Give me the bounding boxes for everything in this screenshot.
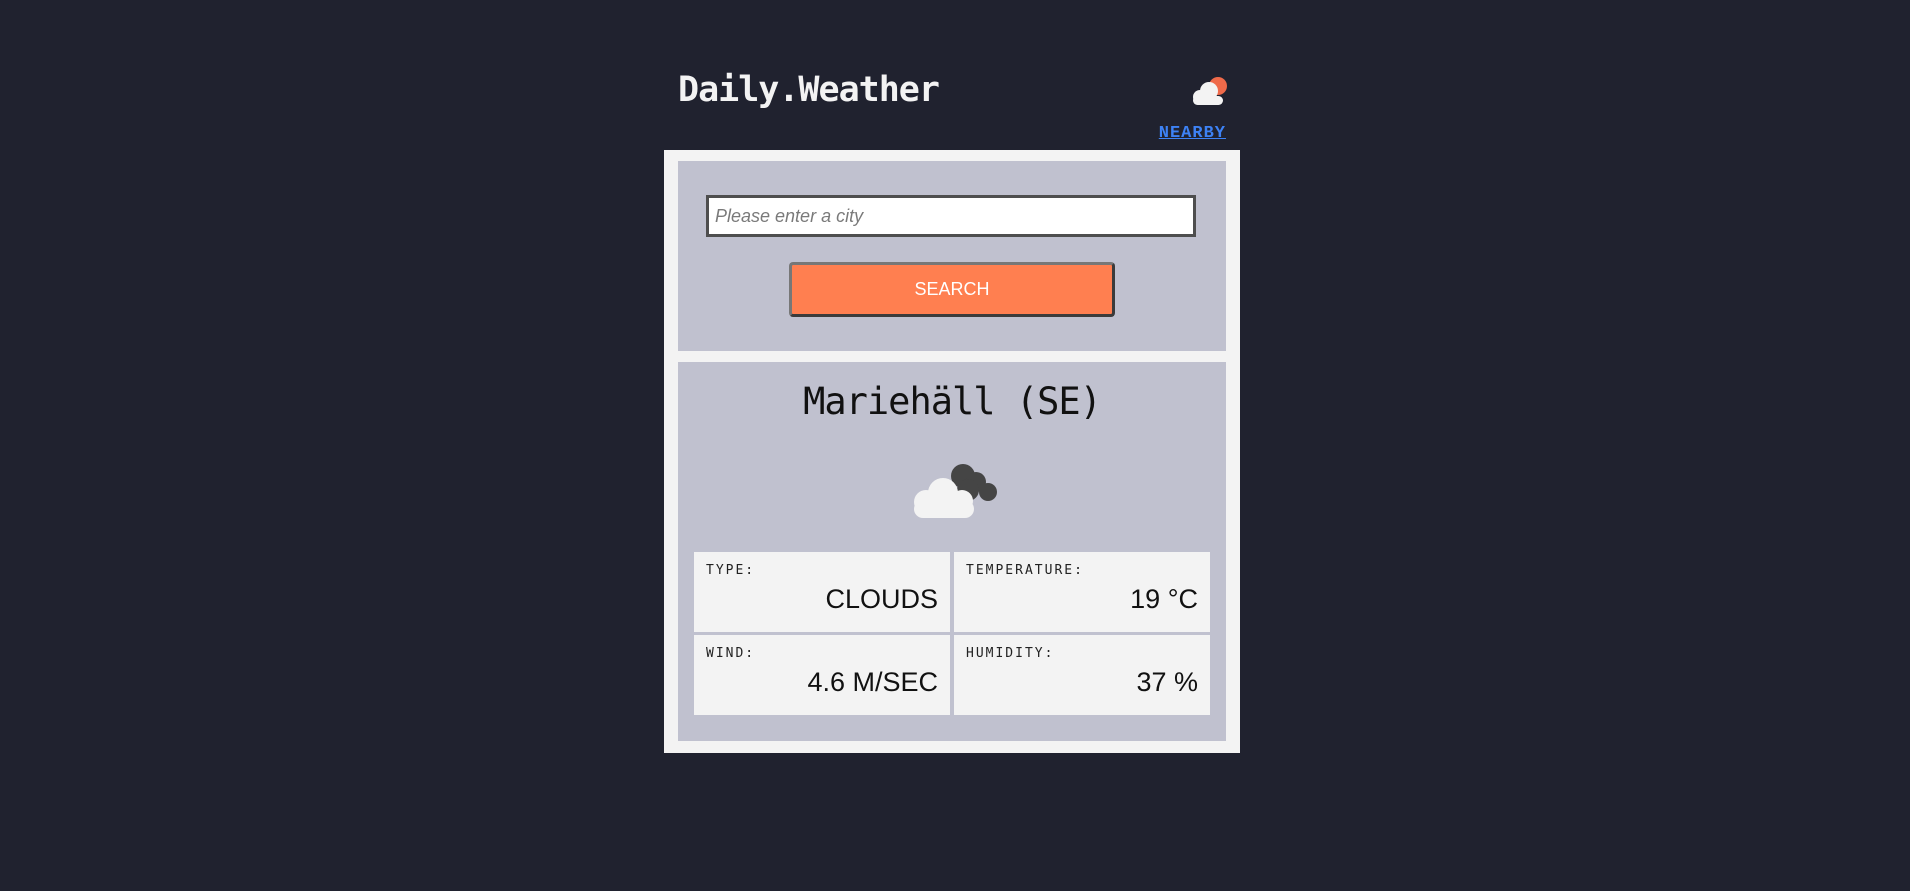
cloud-sun-icon	[1193, 77, 1227, 105]
stat-temperature-label: TEMPERATURE:	[966, 563, 1084, 578]
stat-wind: WIND: 4.6 M/SEC	[694, 635, 950, 715]
weather-app: Daily.Weather NEARBY SEARCH Mariehäll (S…	[664, 62, 1240, 753]
city-name: Mariehäll (SE)	[803, 380, 1102, 423]
search-panel: SEARCH	[678, 161, 1226, 351]
main-frame: SEARCH Mariehäll (SE) TYPE: CLOUDS	[664, 150, 1240, 753]
weather-result-panel: Mariehäll (SE) TYPE: CLOUDS TEMPERATURE:…	[678, 362, 1226, 741]
weather-stats-grid: TYPE: CLOUDS TEMPERATURE: 19 °C WIND: 4.…	[694, 552, 1210, 715]
stat-humidity-value: 37 %	[1136, 667, 1198, 697]
stat-type-value: CLOUDS	[825, 584, 938, 614]
clouds-icon	[914, 464, 997, 518]
nearby-link[interactable]: NEARBY	[1159, 124, 1226, 143]
stat-temperature: TEMPERATURE: 19 °C	[954, 552, 1210, 632]
app-logo: Daily.Weather	[678, 70, 940, 110]
header: Daily.Weather NEARBY	[664, 62, 1240, 150]
stat-humidity: HUMIDITY: 37 %	[954, 635, 1210, 715]
stat-humidity-label: HUMIDITY:	[966, 646, 1055, 661]
city-search-input[interactable]	[706, 195, 1196, 237]
stat-wind-label: WIND:	[706, 646, 756, 661]
stat-type-label: TYPE:	[706, 563, 756, 578]
stat-type: TYPE: CLOUDS	[694, 552, 950, 632]
stat-temperature-value: 19 °C	[1130, 584, 1198, 614]
stat-wind-value: 4.6 M/SEC	[807, 667, 938, 697]
search-button[interactable]: SEARCH	[789, 262, 1115, 317]
